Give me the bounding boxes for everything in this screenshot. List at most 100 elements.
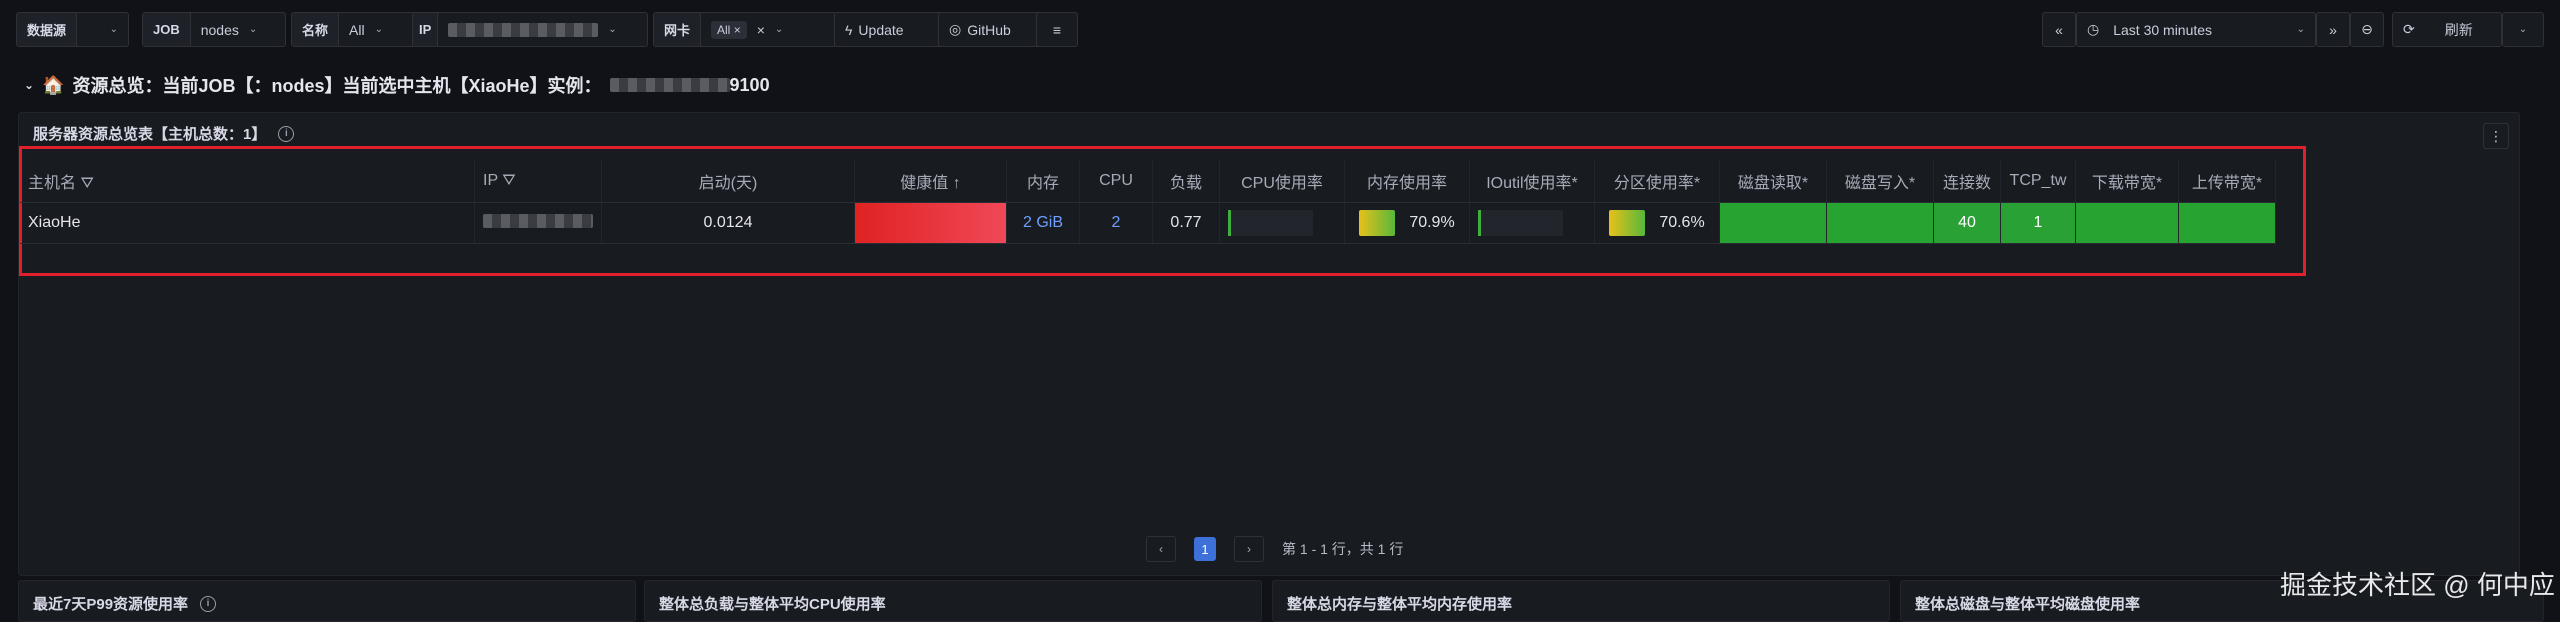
cell-part-usage: 70.6% [1594, 202, 1720, 244]
chevron-down-icon: ⌄ [248, 24, 258, 35]
instance-port: 9100 [729, 74, 770, 95]
cell-upload [2178, 202, 2276, 244]
col-load[interactable]: 负载 [1152, 160, 1220, 203]
datasource-select[interactable]: 数据源 ⌄ [16, 12, 129, 47]
cell-uptime: 0.0124 [601, 202, 855, 244]
panel-menu-button[interactable]: ⋮ [2483, 123, 2509, 149]
nic-value: All [717, 22, 731, 37]
ip-select[interactable]: IP ⌄ [412, 12, 648, 47]
time-range-picker[interactable]: ◷ Last 30 minutes ⌄ [2076, 12, 2316, 47]
zoom-out-button[interactable]: ⊖ [2350, 12, 2384, 47]
info-icon[interactable]: i [200, 595, 217, 612]
col-part-usage[interactable]: 分区使用率* [1594, 160, 1720, 203]
col-ioutil[interactable]: IOutil使用率* [1469, 160, 1595, 203]
clear-icon[interactable]: × [757, 22, 765, 38]
cell-tcp-tw: 1 [2000, 202, 2076, 244]
mem-panel-title: 整体总内存与整体平均内存使用率 [1287, 596, 1513, 613]
col-disk-write[interactable]: 磁盘写入* [1826, 160, 1934, 203]
col-host[interactable]: 主机名 ⛛ [20, 160, 475, 203]
info-icon[interactable]: i [278, 125, 295, 142]
more-vertical-icon: ⋮ [2489, 127, 2503, 144]
cpu-usage-gauge [1228, 210, 1313, 236]
col-disk-read[interactable]: 磁盘读取* [1719, 160, 1827, 203]
clock-icon: ◷ [2087, 21, 2100, 37]
load-cpu-panel-title: 整体总负载与整体平均CPU使用率 [659, 596, 886, 613]
filter-icon[interactable]: ⛛ [502, 172, 515, 189]
cell-mem[interactable]: 2 GiB [1006, 202, 1080, 244]
refresh-icon: ⟳ [2403, 21, 2415, 37]
nic-select[interactable]: 网卡 All × × ⌄ [653, 12, 837, 47]
cell-ip [474, 202, 602, 244]
nic-label: 网卡 [654, 13, 702, 46]
tag-close-icon[interactable]: × [734, 23, 741, 37]
cell-cpu[interactable]: 2 [1079, 202, 1153, 244]
menu-button[interactable]: ≡ [1036, 12, 1078, 47]
cell-disk-write [1826, 202, 1934, 244]
refresh-interval-button[interactable]: ⌄ [2502, 12, 2544, 47]
col-download[interactable]: 下载带宽* [2075, 160, 2179, 203]
col-tcp-tw[interactable]: TCP_tw [2000, 160, 2076, 203]
update-button[interactable]: ϟ Update [834, 12, 946, 47]
disk-panel-title: 整体总磁盘与整体平均磁盘使用率 [1915, 596, 2141, 613]
watermark: 掘金技术社区 @ 何中应 [2280, 570, 2555, 600]
col-cpu-usage[interactable]: CPU使用率 [1219, 160, 1345, 203]
job-label: JOB [143, 13, 191, 46]
refresh-label: 刷新 [2444, 21, 2473, 38]
time-shift-forward-button[interactable]: » [2316, 12, 2350, 47]
github-button[interactable]: ◎ GitHub [938, 12, 1044, 47]
chevron-down-icon: ⌄ [374, 24, 383, 35]
chevron-down-icon: ⌄ [608, 24, 617, 35]
col-mem-usage[interactable]: 内存使用率 [1344, 160, 1470, 203]
p99-panel-title: 最近7天P99资源使用率 [33, 596, 189, 613]
panel-title-wrap: 服务器资源总览表【主机总数：1】 i [33, 123, 295, 144]
col-conn[interactable]: 连接数 [1933, 160, 2001, 203]
server-table: 主机名 ⛛ IP ⛛ 启动(天) 健康值 ↑ 内存 CPU 负载 CPU使用率 … [20, 160, 2276, 244]
col-mem[interactable]: 内存 [1006, 160, 1080, 203]
name-label: 名称 [292, 13, 340, 46]
house-icon: 🏠 [42, 74, 65, 95]
col-uptime[interactable]: 启动(天) [601, 160, 855, 203]
time-range-value: Last 30 minutes [2113, 21, 2213, 38]
chevron-down-icon: ⌄ [2518, 24, 2528, 35]
mem-usage-gauge [1359, 210, 1396, 236]
nic-tag: All × [711, 20, 747, 39]
ip-redacted [483, 213, 593, 228]
chevron-down-icon: ⌄ [2296, 24, 2305, 35]
col-cpu[interactable]: CPU [1079, 160, 1153, 203]
ioutil-gauge [1478, 210, 1563, 236]
instance-redacted [609, 78, 730, 92]
chevron-double-right-icon: » [2329, 21, 2337, 38]
chevron-down-icon: ⌄ [774, 24, 784, 35]
pagination: ‹ 1 › 第 1 - 1 行，共 1 行 [1146, 536, 1403, 562]
p99-panel: 最近7天P99资源使用率 i [18, 580, 636, 622]
section-title: 资源总览：当前JOB【：nodes】当前选中主机【XiaoHe】实例： [72, 76, 602, 96]
col-health[interactable]: 健康值 ↑ [854, 160, 1007, 203]
github-icon: ◎ [949, 21, 962, 37]
time-shift-back-button[interactable]: « [2042, 12, 2076, 47]
name-select[interactable]: 名称 All ⌄ [291, 12, 417, 47]
part-usage-gauge [1609, 210, 1646, 236]
sort-asc-icon: ↑ [952, 175, 961, 192]
prev-page-button[interactable]: ‹ [1146, 536, 1176, 562]
cell-health [854, 202, 1007, 244]
github-label: GitHub [967, 21, 1011, 38]
cell-cpu-usage [1219, 202, 1345, 244]
cell-conn: 40 [1933, 202, 2001, 244]
health-bar [855, 203, 1006, 243]
variables-toolbar: 数据源 ⌄ JOB nodes ⌄ 名称 All ⌄ IP ⌄ 网卡 All × × ⌄… [16, 12, 2544, 49]
next-page-button[interactable]: › [1234, 536, 1264, 562]
col-ip[interactable]: IP ⛛ [474, 160, 602, 203]
refresh-button[interactable]: ⟳ 刷新 [2392, 12, 2502, 47]
col-upload[interactable]: 上传带宽* [2178, 160, 2276, 203]
page-current[interactable]: 1 [1194, 537, 1216, 561]
table-row[interactable]: XiaoHe 0.0124 2 GiB 2 0.77 70.9% 70.6% 4… [20, 202, 2276, 244]
load-cpu-panel: 整体总负载与整体平均CPU使用率 [644, 580, 1262, 622]
cell-mem-usage: 70.9% [1344, 202, 1470, 244]
pagination-summary: 第 1 - 1 行，共 1 行 [1282, 541, 1404, 557]
name-value: All [349, 21, 365, 38]
row-section-header[interactable]: ⌄ 🏠 资源总览：当前JOB【：nodes】当前选中主机【XiaoHe】实例： … [24, 72, 770, 98]
table-header-row: 主机名 ⛛ IP ⛛ 启动(天) 健康值 ↑ 内存 CPU 负载 CPU使用率 … [20, 160, 2276, 203]
job-select[interactable]: JOB nodes ⌄ [142, 12, 286, 47]
cell-load: 0.77 [1152, 202, 1220, 244]
filter-icon[interactable]: ⛛ [80, 175, 93, 192]
